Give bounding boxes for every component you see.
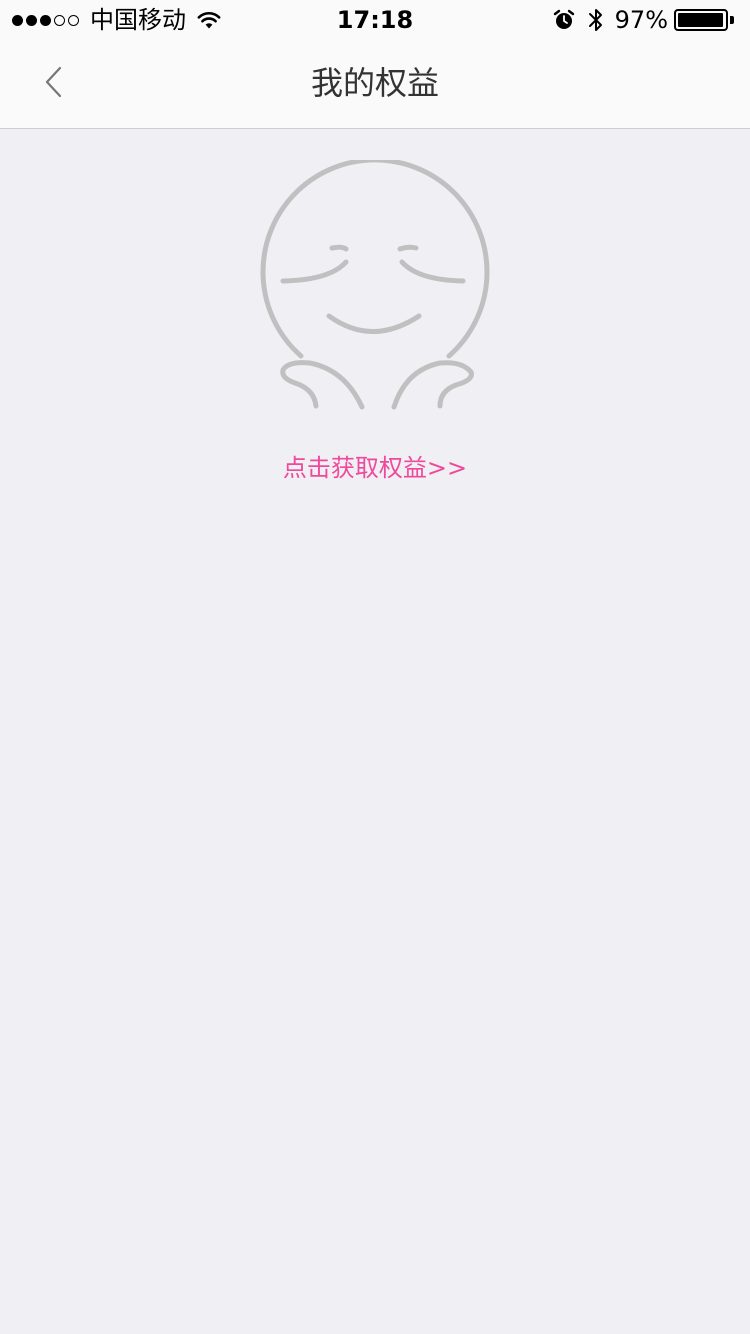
battery-cap	[730, 16, 734, 24]
battery-fill	[678, 13, 723, 27]
battery-body	[674, 9, 728, 31]
signal-strength-icon	[12, 14, 82, 26]
bluetooth-icon	[587, 7, 605, 33]
signal-dot	[40, 14, 51, 26]
battery-icon	[674, 8, 738, 32]
chevron-left-icon	[42, 65, 66, 103]
back-button[interactable]	[26, 56, 82, 112]
signal-dot	[26, 14, 37, 26]
smiling-face-icon	[250, 157, 500, 420]
signal-dot	[68, 14, 79, 26]
status-left: 中国移动	[12, 4, 222, 36]
signal-dot	[12, 14, 23, 26]
get-rights-link-row: 点击获取权益>>	[0, 450, 750, 486]
clock-time: 17:18	[336, 6, 414, 34]
signal-dot	[54, 14, 65, 26]
get-rights-link[interactable]: 点击获取权益>>	[283, 454, 467, 482]
status-right: 97%	[541, 4, 738, 36]
status-bar: 中国移动 17:18 97%	[0, 0, 750, 40]
battery-percent: 97%	[614, 6, 668, 34]
wifi-icon	[196, 10, 222, 30]
carrier-name: 中国移动	[90, 6, 186, 34]
navigation-bar: 我的权益	[0, 40, 750, 129]
page-title: 我的权益	[310, 64, 439, 102]
screen: 中国移动 17:18 97% 我的权益 点击获取权益>>	[0, 0, 750, 1334]
alarm-icon	[553, 9, 575, 31]
